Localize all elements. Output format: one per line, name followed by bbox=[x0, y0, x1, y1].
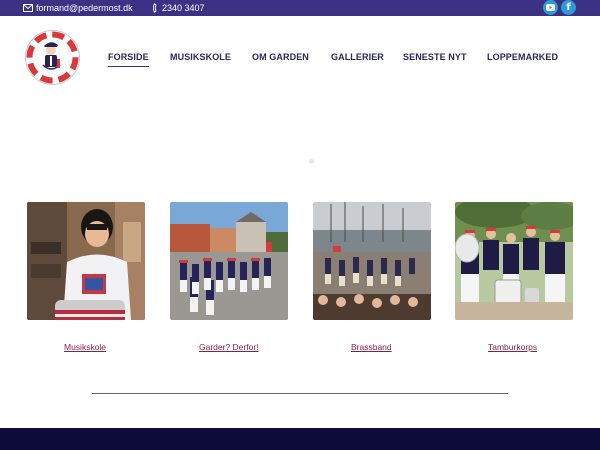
site-header: FORSIDE MUSIKSKOLE OM GARDEN GALLERIER S… bbox=[0, 16, 600, 104]
section-divider bbox=[92, 393, 508, 394]
garder-link[interactable]: Garder? Derfor! bbox=[199, 342, 259, 352]
tamburkorps-link[interactable]: Tamburkorps bbox=[488, 342, 537, 352]
nav-om-garden[interactable]: OM GARDEN bbox=[252, 52, 309, 68]
site-logo[interactable] bbox=[24, 29, 81, 86]
brassband-link[interactable]: Brassband bbox=[351, 342, 392, 352]
tamburkorps-image[interactable] bbox=[455, 202, 573, 320]
musikskole-link[interactable]: Musikskole bbox=[64, 342, 106, 352]
nav-musikskole[interactable]: MUSIKSKOLE bbox=[170, 52, 231, 68]
nav-loppemarked[interactable]: LOPPEMARKED bbox=[487, 52, 558, 68]
site-footer bbox=[0, 428, 600, 450]
envelope-icon bbox=[23, 4, 33, 12]
nav-forside[interactable]: FORSIDE bbox=[108, 52, 149, 68]
main-content: Musikskole Garder? Derfor! Brassband Tam… bbox=[0, 104, 600, 428]
youtube-link[interactable] bbox=[543, 0, 558, 15]
youtube-icon bbox=[546, 4, 555, 11]
phone-contact[interactable]: 2340 3407 bbox=[153, 2, 205, 14]
facebook-link[interactable]: f bbox=[561, 0, 576, 15]
top-bar: formand@pedermost.dk 2340 3407 f bbox=[0, 0, 600, 16]
phone-icon bbox=[153, 3, 159, 13]
phone-text: 2340 3407 bbox=[162, 3, 205, 13]
facebook-icon: f bbox=[566, 2, 571, 13]
garder-image[interactable] bbox=[170, 202, 288, 320]
email-contact[interactable]: formand@pedermost.dk bbox=[23, 2, 133, 14]
slider-dot[interactable] bbox=[309, 159, 314, 164]
nav-seneste-nyt[interactable]: SENESTE NYT bbox=[403, 52, 467, 68]
musikskole-image[interactable] bbox=[27, 202, 145, 320]
brassband-image[interactable] bbox=[313, 202, 431, 320]
email-text: formand@pedermost.dk bbox=[36, 3, 133, 13]
nav-gallerier[interactable]: GALLERIER bbox=[331, 52, 384, 68]
